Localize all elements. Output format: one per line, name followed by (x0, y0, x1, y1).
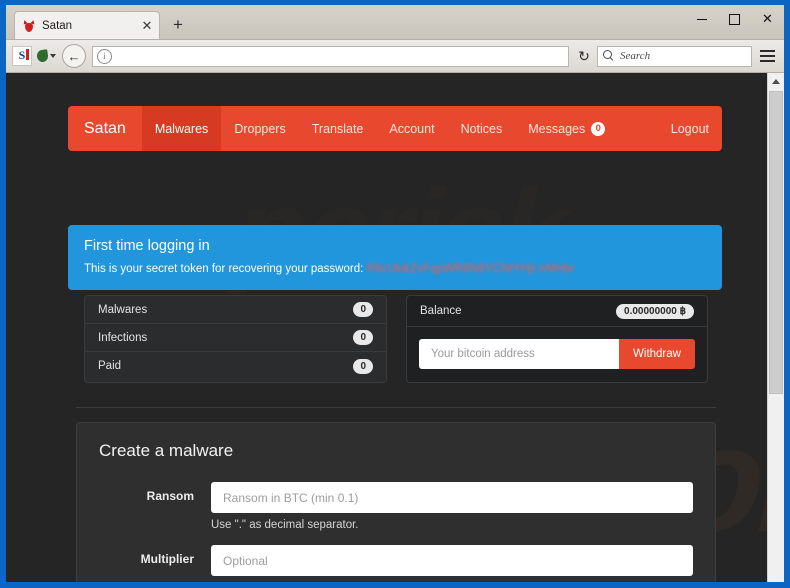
messages-count-badge: 0 (591, 121, 606, 136)
navbar-brand-satan[interactable]: Satan (68, 106, 142, 151)
nav-item-notices[interactable]: Notices (448, 106, 516, 151)
section-divider (76, 407, 716, 408)
search-icon (603, 50, 615, 62)
nav-item-translate[interactable]: Translate (299, 106, 377, 151)
browser-toolbar: S ← i ↻ Search (6, 40, 784, 73)
stats-value-malwares: 0 (353, 302, 373, 317)
withdraw-button[interactable]: Withdraw (619, 339, 695, 369)
form-label-multiplier: Multiplier (140, 552, 194, 566)
alert-body: This is your secret token for recovering… (84, 263, 706, 275)
superantispyware-icon[interactable]: S (12, 46, 32, 66)
withdraw-form: Withdraw (419, 339, 695, 369)
navbar-spacer (618, 106, 658, 151)
browser-window-inner: Satan ✕ + ✕ S ← i ↻ Search Satan Malware… (6, 5, 784, 582)
browser-window: Satan ✕ + ✕ S ← i ↻ Search Satan Malware… (0, 0, 790, 588)
stats-label-malwares: Malwares (98, 303, 148, 316)
page-viewport: pcrisk pcrisk.com Satan Malwares Dropper… (6, 73, 784, 582)
minimize-button[interactable] (685, 5, 718, 33)
close-icon[interactable]: ✕ (139, 18, 155, 34)
nav-item-messages[interactable]: Messages 0 (515, 106, 618, 151)
menu-icon[interactable] (756, 45, 778, 67)
back-button[interactable]: ← (62, 44, 86, 68)
browser-tabstrip: Satan ✕ + ✕ (6, 5, 784, 40)
nav-item-logout[interactable]: Logout (658, 106, 722, 151)
stats-value-paid: 0 (353, 358, 373, 374)
nav-item-messages-label: Messages (528, 121, 586, 136)
alert-body-text: This is your secret token for recovering… (84, 263, 367, 275)
browser-tab-satan[interactable]: Satan ✕ (14, 11, 160, 39)
form-row-ransom: Ransom (99, 482, 693, 513)
address-bar[interactable]: i (92, 45, 569, 67)
create-malware-title: Create a malware (99, 441, 234, 460)
form-row-multiplier: Multiplier (99, 545, 693, 576)
maximize-button[interactable] (718, 5, 751, 33)
devil-favicon-icon (22, 18, 36, 33)
balance-header: Balance 0.00000000 ฿ (407, 296, 707, 327)
stats-row-malwares: Malwares 0 (85, 296, 386, 324)
stats-row-infections: Infections 0 (85, 324, 386, 352)
stats-label-infections: Infections (98, 331, 148, 344)
scroll-up-icon[interactable] (768, 73, 784, 90)
search-box[interactable]: Search (597, 45, 752, 67)
balance-panel: Balance 0.00000000 ฿ Withdraw (406, 295, 708, 383)
secret-token-value: R6cUk&ZvFqpWR8N8YCNIYHjI.nMHbr (366, 263, 575, 275)
search-placeholder: Search (620, 50, 651, 62)
browser-tab-title: Satan (42, 19, 73, 32)
first-login-alert: First time logging in This is your secre… (68, 225, 722, 290)
reload-icon[interactable]: ↻ (573, 45, 595, 67)
page-scrollbar[interactable] (767, 73, 784, 582)
scrollbar-thumb[interactable] (769, 91, 783, 394)
help-text-ransom: Use "." as decimal separator. (211, 519, 359, 531)
app-navbar: Satan Malwares Droppers Translate Accoun… (68, 106, 722, 151)
bitcoin-address-input[interactable] (419, 339, 619, 369)
form-label-ransom: Ransom (146, 489, 194, 503)
stats-label-paid: Paid (98, 360, 122, 372)
nav-item-droppers[interactable]: Droppers (221, 106, 298, 151)
alert-title: First time logging in (84, 238, 210, 254)
balance-label: Balance (420, 305, 462, 317)
new-tab-button[interactable]: + (168, 15, 188, 35)
window-controls: ✕ (685, 5, 784, 33)
web-page: pcrisk pcrisk.com Satan Malwares Dropper… (6, 73, 767, 582)
nav-item-malwares[interactable]: Malwares (141, 106, 222, 151)
ransom-input[interactable] (211, 482, 693, 513)
multiplier-input[interactable] (211, 545, 693, 576)
create-malware-panel: Create a malware Ransom Use "." as decim… (76, 422, 716, 582)
leaf-extension-icon[interactable] (36, 47, 56, 65)
window-close-button[interactable]: ✕ (751, 5, 784, 33)
stats-value-infections: 0 (353, 330, 373, 345)
stats-panel: Malwares 0 Infections 0 Paid 0 (84, 295, 387, 383)
scroll-down-icon[interactable] (768, 577, 784, 582)
balance-value: 0.00000000 ฿ (616, 303, 694, 319)
site-info-icon[interactable]: i (97, 48, 112, 64)
stats-row-paid: Paid 0 (85, 352, 386, 380)
nav-item-account[interactable]: Account (376, 106, 447, 151)
